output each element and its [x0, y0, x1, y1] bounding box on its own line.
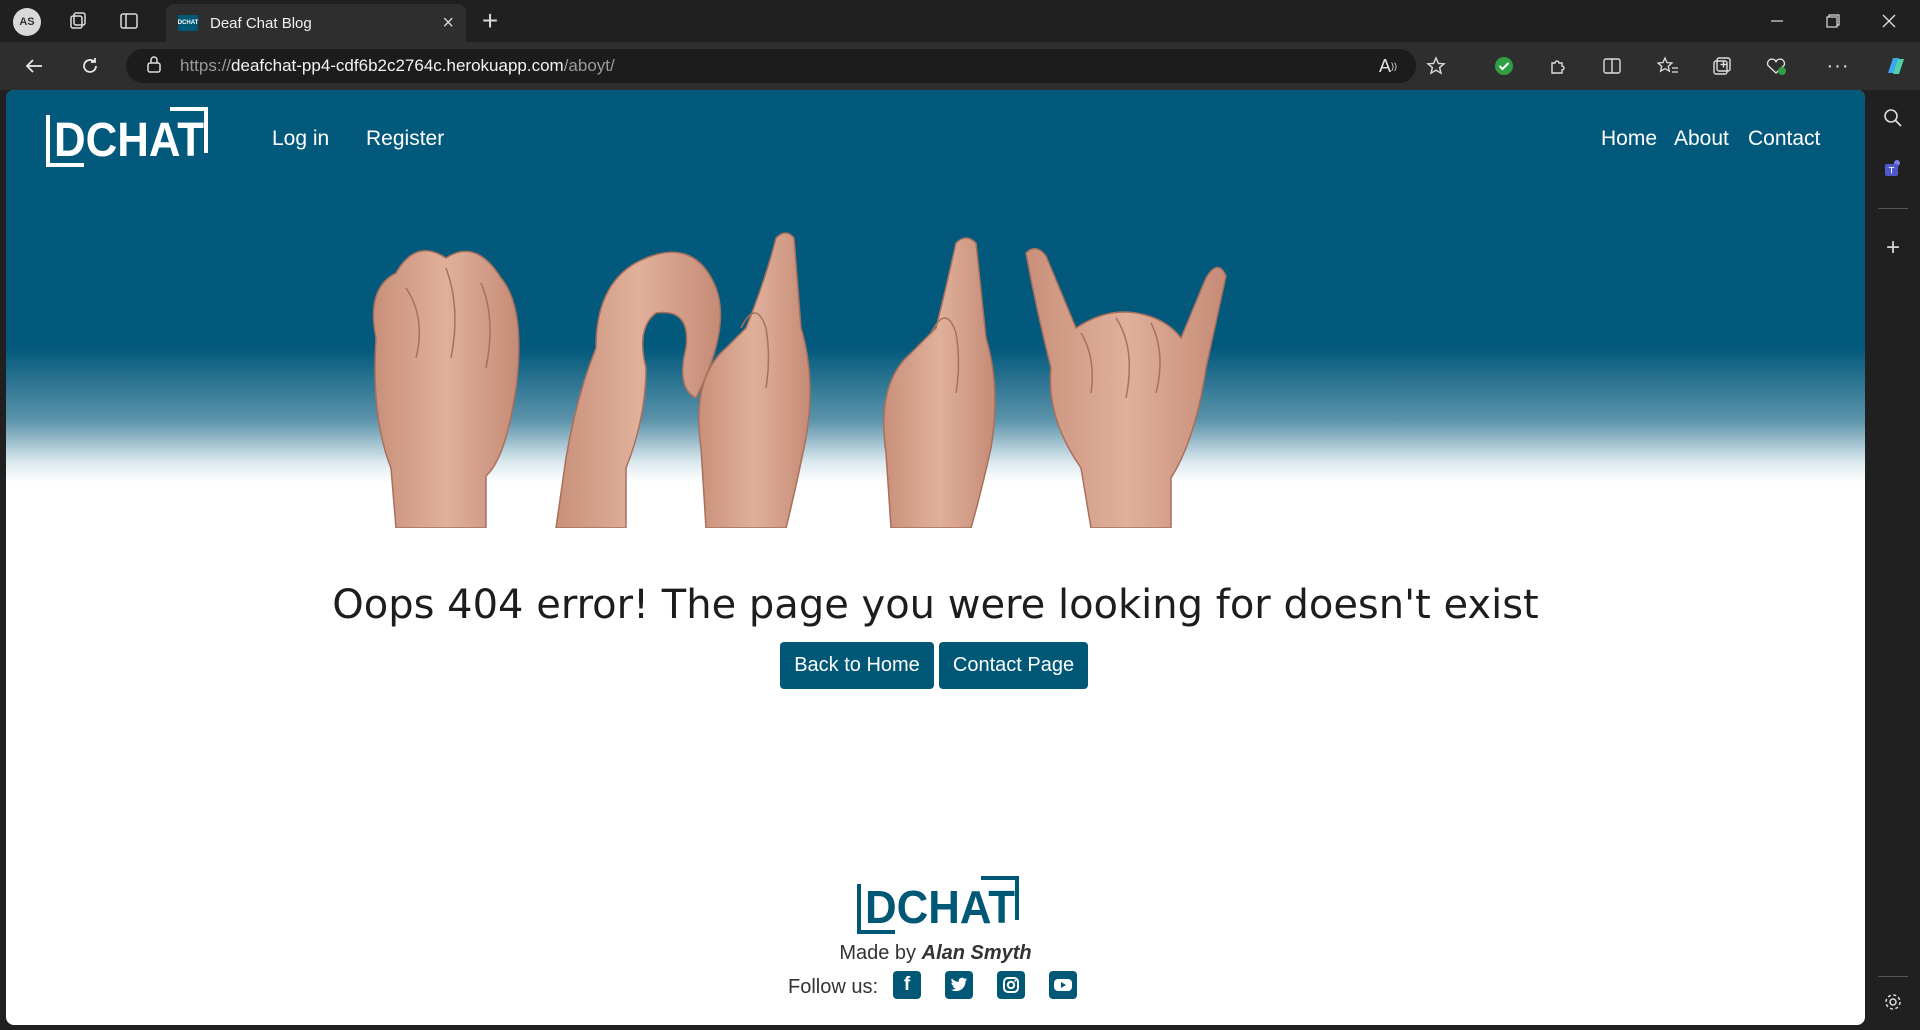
svg-text:DCHAT: DCHAT — [865, 881, 1015, 933]
minimize-button[interactable] — [1750, 4, 1804, 38]
made-by-credit: Made by Alan Smyth — [6, 942, 1865, 965]
facebook-icon[interactable]: f — [893, 971, 921, 999]
error-heading: Oops 404 error! The page you were lookin… — [332, 582, 1539, 628]
active-tab[interactable]: DCHAT Deaf Chat Blog × — [166, 4, 466, 42]
nav-about[interactable]: About — [1674, 127, 1729, 151]
tab-title: Deaf Chat Blog — [210, 14, 312, 32]
workspaces-icon[interactable] — [62, 6, 94, 36]
tab-close-icon[interactable]: × — [442, 13, 454, 33]
sidebar-divider — [1878, 208, 1908, 209]
hand-sign-y — [1025, 247, 1227, 528]
hand-sign-d — [372, 250, 520, 528]
favorite-star-icon[interactable] — [1420, 50, 1452, 82]
favorites-icon[interactable] — [1652, 50, 1684, 82]
hand-sign-a — [698, 232, 811, 528]
browser-sidebar: T + — [1866, 90, 1920, 1030]
browser-essentials-icon[interactable] — [1760, 50, 1792, 82]
restore-button[interactable] — [1806, 4, 1860, 38]
add-sidebar-app-icon[interactable]: + — [1879, 234, 1907, 262]
twitter-icon[interactable] — [945, 971, 973, 999]
made-by-prefix: Made by — [839, 942, 917, 964]
page-viewport: DCHAT Log in Register Home About Contact — [6, 90, 1865, 1025]
search-icon[interactable] — [1879, 104, 1907, 132]
copilot-icon[interactable] — [1880, 50, 1912, 82]
vertical-tabs-icon[interactable] — [113, 6, 145, 36]
nav-home[interactable]: Home — [1601, 127, 1657, 151]
lock-icon[interactable] — [146, 55, 162, 78]
read-aloud-icon[interactable]: A)) — [1372, 50, 1404, 82]
instagram-icon[interactable] — [997, 971, 1025, 999]
extensions-icon[interactable] — [1542, 50, 1574, 82]
footer-logo[interactable]: DCHAT — [852, 874, 1024, 936]
nav-register[interactable]: Register — [366, 127, 444, 151]
more-options-icon[interactable]: ··· — [1822, 50, 1854, 82]
url-text: https://deafchat-pp4-cdf6b2c2764c.heroku… — [180, 56, 615, 75]
svg-text:DCHAT: DCHAT — [54, 114, 204, 167]
follow-us-label: Follow us: — [788, 976, 879, 998]
contact-page-button[interactable]: Contact Page — [939, 642, 1088, 689]
hand-sign-e — [555, 251, 722, 528]
new-tab-button[interactable]: + — [474, 5, 506, 36]
hand-sign-f — [883, 237, 996, 528]
browser-tab-bar: AS DCHAT Deaf Chat Blog × + — [0, 0, 1920, 42]
sign-language-hands-image — [372, 232, 1227, 528]
site-logo[interactable]: DCHAT — [44, 105, 210, 169]
author-name: Alan Smyth — [921, 942, 1032, 964]
back-arrow-icon[interactable] — [18, 50, 50, 82]
sidebar-divider — [1878, 976, 1908, 977]
back-to-home-button[interactable]: Back to Home — [780, 642, 934, 689]
settings-gear-icon[interactable] — [1879, 988, 1907, 1016]
profile-avatar[interactable]: AS — [13, 8, 41, 36]
close-window-button[interactable] — [1862, 4, 1916, 38]
site-favicon: DCHAT — [178, 15, 198, 31]
refresh-icon[interactable] — [74, 50, 106, 82]
nav-contact[interactable]: Contact — [1748, 127, 1820, 151]
address-bar[interactable]: https://deafchat-pp4-cdf6b2c2764c.heroku… — [126, 49, 1416, 83]
split-screen-icon[interactable] — [1596, 50, 1628, 82]
teams-icon[interactable]: T — [1879, 154, 1907, 182]
nav-login[interactable]: Log in — [272, 127, 329, 151]
collections-icon[interactable] — [1706, 50, 1738, 82]
extension-check-icon[interactable] — [1488, 50, 1520, 82]
svg-text:T: T — [1888, 167, 1895, 177]
browser-toolbar: https://deafchat-pp4-cdf6b2c2764c.heroku… — [0, 42, 1920, 90]
youtube-icon[interactable] — [1049, 971, 1077, 999]
